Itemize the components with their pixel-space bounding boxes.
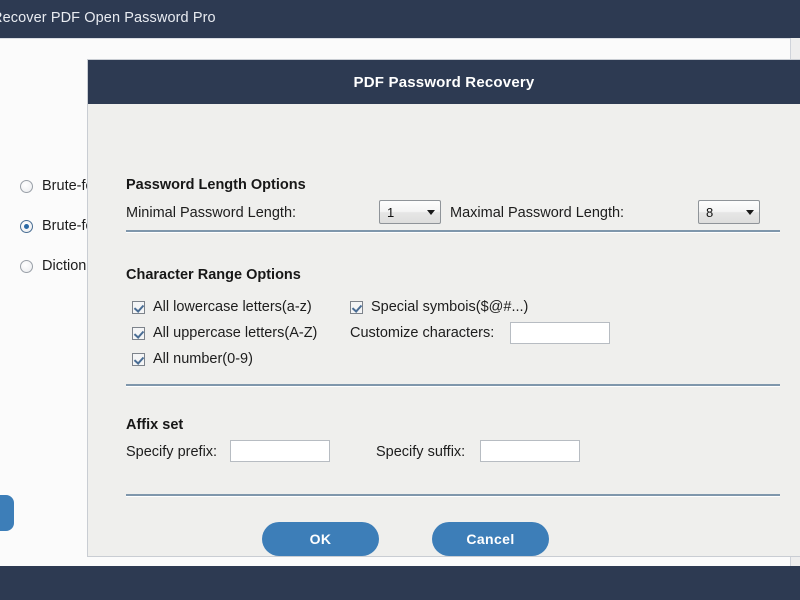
mode-radio-brute-force-mask[interactable]: Brute-fo xyxy=(20,218,94,234)
minimal-password-length-value: 1 xyxy=(387,204,395,220)
background-left-action-button[interactable] xyxy=(0,495,14,531)
customize-characters-label: Customize characters: xyxy=(350,325,495,341)
checkbox-uppercase[interactable]: All uppercase letters(A-Z) xyxy=(132,325,317,341)
checkbox-lowercase-label: All lowercase letters(a-z) xyxy=(153,299,312,315)
separator-charset xyxy=(126,384,780,386)
app-bottom-bar xyxy=(0,566,800,600)
specify-prefix-input[interactable] xyxy=(230,440,330,462)
checkbox-special-symbols-label: Special symbois($@#...) xyxy=(371,299,529,315)
app-title: Recover PDF Open Password Pro xyxy=(0,10,216,26)
dialog-body: Password Length Options Minimal Password… xyxy=(88,104,800,556)
cancel-button[interactable]: Cancel xyxy=(432,522,549,556)
character-range-section-heading: Character Range Options xyxy=(126,267,301,283)
affix-section-heading: Affix set xyxy=(126,417,184,433)
checkbox-special-symbols[interactable]: Special symbois($@#...) xyxy=(350,299,528,315)
chevron-down-icon xyxy=(422,209,440,215)
dialog-titlebar: PDF Password Recovery xyxy=(88,60,800,104)
dialog-title: PDF Password Recovery xyxy=(353,73,535,91)
checkbox-numbers[interactable]: All number(0-9) xyxy=(132,351,253,367)
mode-radio-brute-force[interactable]: Brute-fo xyxy=(20,178,94,194)
pdf-password-recovery-dialog: PDF Password Recovery Password Length Op… xyxy=(88,60,800,556)
checkbox-checked-icon xyxy=(132,352,145,366)
separator-length xyxy=(126,230,780,232)
separator-footer xyxy=(126,494,780,496)
app-titlebar: Recover PDF Open Password Pro xyxy=(0,0,800,38)
mode-radio-label: Brute-fo xyxy=(42,218,94,234)
radio-icon xyxy=(20,259,33,273)
minimal-password-length-label: Minimal Password Length: xyxy=(126,205,297,221)
password-length-section-heading: Password Length Options xyxy=(126,177,306,193)
maximal-password-length-select[interactable]: 8 xyxy=(698,200,760,224)
checkbox-lowercase[interactable]: All lowercase letters(a-z) xyxy=(132,299,312,315)
checkbox-checked-icon xyxy=(132,300,145,314)
ok-button[interactable]: OK xyxy=(262,522,379,556)
chevron-down-icon xyxy=(741,209,759,215)
mode-radio-dictionary[interactable]: Dictiona xyxy=(20,258,94,274)
checkbox-numbers-label: All number(0-9) xyxy=(153,351,253,367)
maximal-password-length-label: Maximal Password Length: xyxy=(450,205,625,221)
radio-selected-icon xyxy=(20,219,33,233)
checkbox-uppercase-label: All uppercase letters(A-Z) xyxy=(153,325,318,341)
radio-icon xyxy=(20,179,33,193)
specify-suffix-input[interactable] xyxy=(480,440,580,462)
checkbox-checked-icon xyxy=(132,326,145,340)
customize-characters-input[interactable] xyxy=(510,322,610,344)
specify-suffix-label: Specify suffix: xyxy=(376,444,466,460)
checkbox-checked-icon xyxy=(350,300,363,314)
screen: Recover PDF Open Password Pro Brute-fo B… xyxy=(0,0,800,600)
minimal-password-length-select[interactable]: 1 xyxy=(379,200,441,224)
mode-radio-label: Dictiona xyxy=(42,258,95,274)
specify-prefix-label: Specify prefix: xyxy=(126,444,218,460)
mode-radio-label: Brute-fo xyxy=(42,178,94,194)
maximal-password-length-value: 8 xyxy=(706,204,714,220)
